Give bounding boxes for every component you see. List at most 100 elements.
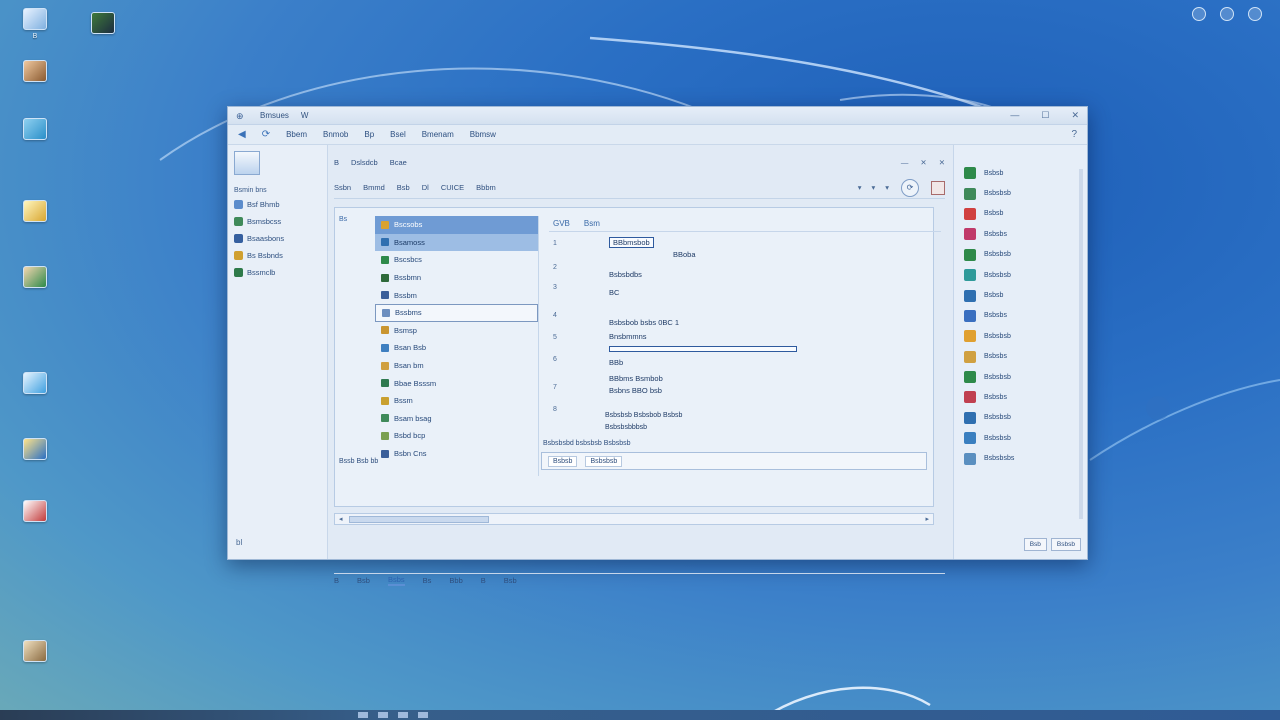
input-cell[interactable]: Bsbsbsb	[585, 455, 623, 467]
back-icon[interactable]: ◀	[238, 129, 246, 140]
menu-item[interactable]: Bmenam	[422, 130, 454, 139]
status-tab[interactable]: B	[481, 576, 486, 585]
list-item[interactable]: Bscsobs	[375, 216, 538, 234]
status-tab[interactable]: Bsb	[504, 576, 517, 585]
side-item[interactable]: Bsbsbsb	[964, 183, 1081, 203]
desktop-icon[interactable]: B	[0, 8, 70, 40]
list-item[interactable]: Bbae Bsssm	[375, 374, 538, 392]
list-item[interactable]: Bscsbcs	[375, 251, 538, 269]
side-item[interactable]: Bsbsbsb	[964, 326, 1081, 346]
scroll-right-icon[interactable]: ▸	[925, 515, 929, 523]
toolbar-item[interactable]: B	[334, 158, 339, 167]
pane-close-button[interactable]: ✕	[939, 158, 945, 167]
maximize-button[interactable]: ☐	[1041, 110, 1049, 121]
toolbar-item[interactable]: Dl	[422, 183, 429, 192]
nav-header[interactable]: Bsmin bns	[234, 151, 321, 196]
side-scrollbar[interactable]	[1079, 169, 1083, 519]
taskbar-app-icon[interactable]	[398, 712, 408, 718]
side-item[interactable]: Bsbsbsb	[964, 408, 1081, 428]
side-item[interactable]: Bsbsbs	[964, 347, 1081, 367]
toolbar-item[interactable]: Dslsdcb	[351, 158, 378, 167]
taskbar-app-icon[interactable]	[418, 712, 428, 718]
desktop-icon[interactable]	[0, 118, 70, 143]
status-tab[interactable]: B	[334, 576, 339, 585]
toolbar-item[interactable]: Bsb	[397, 183, 410, 192]
menu-item[interactable]: Bnmob	[323, 130, 348, 139]
side-item[interactable]: Bsbsbsb	[964, 428, 1081, 448]
arrow-down-icon[interactable]: ▾	[858, 183, 862, 192]
input-cell[interactable]: Bsbsb	[548, 455, 578, 467]
toolbar-item[interactable]: Bbbm	[476, 183, 496, 192]
list-item[interactable]: Bsbd bcp	[375, 427, 538, 445]
scroll-thumb[interactable]	[348, 515, 489, 523]
menu-item[interactable]: Bbmsw	[470, 130, 496, 139]
list-item[interactable]: Bsbn Cns	[375, 445, 538, 463]
help-icon[interactable]: ?	[1071, 129, 1077, 140]
side-item[interactable]: Bsbsbs	[964, 306, 1081, 326]
selected-field[interactable]: BBbmsbob	[609, 237, 654, 248]
menu-item[interactable]: Bbem	[286, 130, 307, 139]
arrow-down-icon[interactable]: ▾	[885, 183, 889, 192]
desktop-icon[interactable]	[0, 200, 70, 225]
list-item[interactable]: Bsamoss	[375, 233, 538, 252]
desktop-icon[interactable]	[0, 372, 70, 397]
tray-item[interactable]	[1220, 7, 1234, 23]
list-item[interactable]: Bssbmn	[375, 269, 538, 287]
taskbar-app-icon[interactable]	[358, 712, 368, 718]
taskbar-app-icon[interactable]	[378, 712, 388, 718]
nav-item[interactable]: Bsaasbons	[234, 230, 321, 247]
desktop-icon-area: B	[0, 0, 130, 710]
list-item[interactable]: Bssbms	[375, 303, 538, 322]
side-item[interactable]: Bsbsbs	[964, 387, 1081, 407]
nav-item[interactable]: Bsmsbcss	[234, 213, 321, 230]
status-tab[interactable]: Bbb	[449, 576, 462, 585]
horizontal-scrollbar[interactable]: ◂ ▸	[334, 513, 934, 525]
toolbar-item[interactable]: CUICE	[441, 183, 464, 192]
desktop-icon[interactable]	[0, 438, 70, 463]
stop-button[interactable]	[931, 180, 945, 195]
list-item[interactable]: Bsam bsag	[375, 410, 538, 428]
side-item[interactable]: Bsbsb	[964, 285, 1081, 305]
side-button[interactable]: Bsbsb	[1050, 538, 1081, 551]
side-item[interactable]: Bsbsbsb	[964, 367, 1081, 387]
list-item[interactable]: Bssbm	[375, 286, 538, 304]
close-button[interactable]: ✕	[1071, 110, 1079, 121]
detail-line[interactable]: BBbmsbob	[609, 237, 654, 248]
desktop-icon[interactable]	[0, 60, 70, 85]
pane-minimize-button[interactable]: —	[901, 158, 909, 167]
minimize-button[interactable]: —	[1010, 110, 1019, 121]
menu-item[interactable]: Bp	[364, 130, 374, 139]
nav-item[interactable]: Bs Bsbnds	[234, 247, 321, 264]
desktop-icon[interactable]	[0, 266, 70, 291]
toolbar-item[interactable]: Bmmd	[363, 183, 385, 192]
side-item[interactable]: Bsbsb	[964, 204, 1081, 224]
refresh-icon[interactable]: ⟳	[262, 129, 270, 140]
list-item[interactable]: Bsan bm	[375, 357, 538, 375]
pane-close-button[interactable]: ✕	[920, 158, 926, 167]
menu-item[interactable]: Bsel	[390, 130, 406, 139]
tray-item[interactable]	[1192, 7, 1206, 23]
nav-item[interactable]: Bsf Bhmb	[234, 196, 321, 213]
desktop-icon[interactable]	[0, 640, 70, 665]
status-tab[interactable]: Bsbs	[387, 575, 405, 586]
desktop-icon[interactable]	[68, 12, 138, 37]
refresh-button[interactable]: ⟳	[901, 178, 919, 197]
side-item[interactable]: Bsbsbsb	[964, 265, 1081, 285]
nav-item[interactable]: Bssmclb	[234, 264, 321, 281]
side-button[interactable]: Bsb	[1023, 538, 1047, 551]
side-item[interactable]: Bsbsbsbs	[964, 448, 1081, 468]
toolbar-item[interactable]: Ssbn	[334, 183, 351, 192]
tray-item[interactable]	[1248, 7, 1262, 23]
side-item[interactable]: Bsbsbsb	[964, 245, 1081, 265]
arrow-down-icon[interactable]: ▾	[871, 183, 875, 192]
list-item[interactable]: Bsan Bsb	[375, 339, 538, 357]
side-item[interactable]: Bsbsb	[964, 163, 1081, 183]
toolbar-item[interactable]: Bcae	[390, 158, 407, 167]
list-item[interactable]: Bssm	[375, 392, 538, 410]
status-tab[interactable]: Bs	[423, 576, 432, 585]
desktop-icon[interactable]	[0, 500, 70, 525]
side-item[interactable]: Bsbsbs	[964, 224, 1081, 244]
status-tab[interactable]: Bsb	[357, 576, 370, 585]
scroll-left-icon[interactable]: ◂	[339, 515, 343, 523]
list-item[interactable]: Bsmsp	[375, 322, 538, 340]
